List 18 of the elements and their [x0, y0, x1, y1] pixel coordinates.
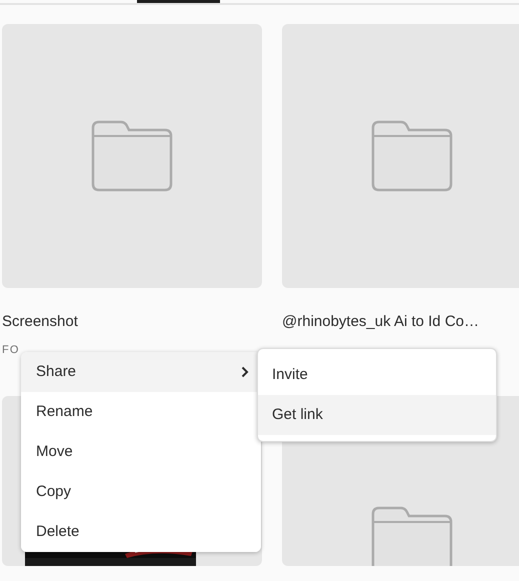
menu-label: Move [36, 442, 73, 462]
menu-label: Copy [36, 482, 72, 502]
card-background[interactable] [2, 24, 262, 288]
folder-icon [91, 120, 173, 192]
item-type: FO [2, 342, 20, 356]
menu-label: Share [36, 362, 76, 382]
card-background[interactable] [282, 24, 519, 288]
menu-label: Delete [36, 522, 80, 542]
menu-item[interactable]: Move [21, 432, 261, 472]
folder-name: Screenshot [2, 312, 79, 332]
menu-item[interactable]: Copy [21, 472, 261, 512]
folder-icon [371, 506, 453, 566]
menu-item[interactable]: Delete [21, 512, 261, 552]
menu-item[interactable]: Invite [258, 355, 496, 395]
folder-icon [371, 120, 453, 192]
menu-label: Rename [36, 402, 93, 422]
folder-name: @rhinobytes_uk Ai to Id Co… [282, 312, 480, 332]
menu-item[interactable]: Get link [258, 395, 496, 435]
